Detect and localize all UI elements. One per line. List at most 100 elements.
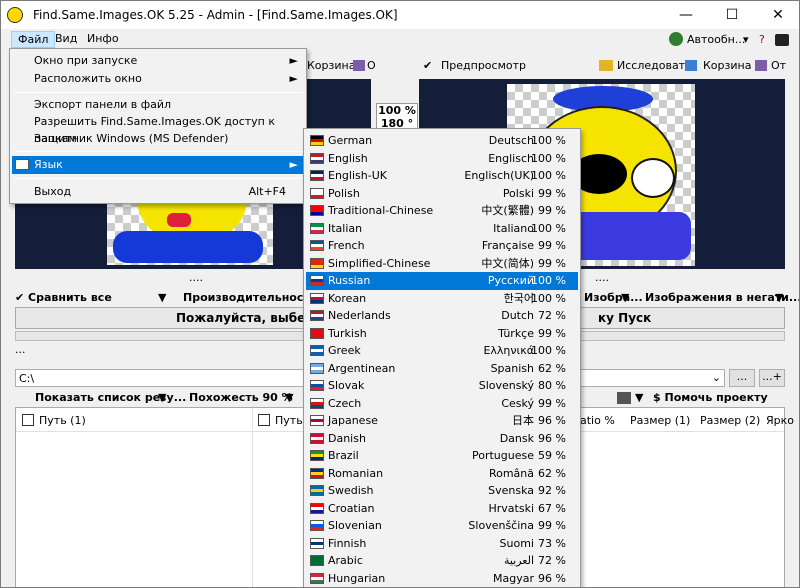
- flag-icon: [310, 222, 324, 234]
- language-item-czech[interactable]: Czech Ceský 99 %: [306, 395, 578, 413]
- language-item-polish[interactable]: Polish Polski 99 %: [306, 185, 578, 203]
- left-trash-button[interactable]: Корзина: [307, 59, 355, 72]
- right-ot-button[interactable]: От: [771, 59, 786, 72]
- translation-percent: 100 %: [531, 291, 566, 305]
- language-item-romanian[interactable]: Romanian Română 62 %: [306, 465, 578, 483]
- translation-percent: 72 %: [538, 554, 566, 567]
- chevron-down-icon[interactable]: ⌄: [712, 371, 721, 384]
- language-item-english-uk[interactable]: English-UK Englisch(UK) 100 %: [306, 167, 578, 185]
- language-item-german[interactable]: German Deutsch 100 %: [306, 132, 578, 150]
- compare-all-button[interactable]: ✔ Сравнить все: [15, 291, 112, 304]
- left-panel-splitter[interactable]: ....: [189, 271, 203, 284]
- language-item-slovenian[interactable]: Slovenian Slovenščina 99 %: [306, 517, 578, 535]
- language-item-korean[interactable]: Korean 한국어 100 %: [306, 290, 578, 308]
- language-item-hungarian[interactable]: Hungarian Magyar 96 %: [306, 570, 578, 588]
- language-native-name: Italiano: [493, 221, 534, 235]
- menu-item-arrange-window[interactable]: Расположить окно ►: [12, 70, 304, 88]
- language-item-traditional-chinese[interactable]: Traditional-Chinese 中文(繁體) 99 %: [306, 202, 578, 220]
- trash-icon: [685, 60, 697, 71]
- language-item-arabic[interactable]: Arabic العربية 72 %: [306, 552, 578, 570]
- translation-percent: 100 %: [531, 344, 566, 357]
- language-item-english[interactable]: English Englisch 100 %: [306, 150, 578, 168]
- chevron-down-icon[interactable]: ▼: [775, 291, 783, 304]
- right-panel-splitter[interactable]: ....: [595, 271, 609, 284]
- translation-percent: 72 %: [538, 309, 566, 322]
- donate-button[interactable]: $ Помочь проекту: [653, 391, 768, 404]
- language-item-french[interactable]: French Française 99 %: [306, 237, 578, 255]
- menu-item-startup-window[interactable]: Окно при запуске ►: [12, 52, 304, 70]
- language-item-simplified-chinese[interactable]: Simplified-Chinese 中文(简体) 99 %: [306, 255, 578, 273]
- add-folder-button[interactable]: ...+: [759, 369, 785, 387]
- translation-percent: 100 %: [531, 134, 566, 147]
- chevron-down-icon[interactable]: ▼: [635, 391, 643, 404]
- chevron-down-icon[interactable]: ▼: [285, 391, 293, 404]
- language-item-finnish[interactable]: Finnish Suomi 73 %: [306, 535, 578, 553]
- image-dropdown[interactable]: Изобра...: [584, 291, 643, 304]
- close-button[interactable]: ✕: [755, 1, 799, 29]
- menu-item-defender[interactable]: Защитник Windows (MS Defender): [12, 130, 304, 148]
- language-item-croatian[interactable]: Croatian Hrvatski 67 %: [306, 500, 578, 518]
- language-item-russian[interactable]: Russian Русский 100 %: [306, 272, 578, 290]
- language-item-greek[interactable]: Greek Ελληνικά 100 %: [306, 342, 578, 360]
- checkbox[interactable]: [22, 414, 34, 426]
- flag-icon: [310, 135, 324, 146]
- flag-icon: [310, 292, 324, 304]
- language-item-brazil[interactable]: Brazil Portuguese 59 %: [306, 447, 578, 465]
- language-name: Swedish: [328, 484, 374, 497]
- chevron-down-icon[interactable]: ▼: [158, 391, 166, 404]
- splitter-handle[interactable]: ...: [15, 343, 26, 356]
- language-item-japanese[interactable]: Japanese 日本 96 %: [306, 412, 578, 430]
- flag-icon: [310, 170, 324, 181]
- menu-item-export-panel[interactable]: Экспорт панели в файл: [12, 96, 304, 114]
- col-size2[interactable]: Размер (2): [700, 414, 760, 427]
- language-native-name: 한국어: [503, 291, 534, 305]
- language-name: Arabic: [328, 554, 363, 567]
- language-name: Simplified-Chinese: [328, 256, 431, 270]
- flag-icon: [310, 380, 324, 391]
- browse-button[interactable]: ...: [729, 369, 755, 387]
- exclude-icon[interactable]: [353, 60, 365, 71]
- language-item-swedish[interactable]: Swedish Svenska 92 %: [306, 482, 578, 500]
- col-size1[interactable]: Размер (1): [630, 414, 690, 427]
- menu-bar: Файл Вид Инфо Автообн... ▾ ?: [1, 29, 799, 49]
- right-trash-button[interactable]: Корзина: [703, 59, 751, 72]
- left-o-button[interactable]: О: [367, 59, 376, 72]
- path-value: C:\: [19, 372, 35, 385]
- flag-icon: [310, 397, 324, 409]
- preview-button[interactable]: Предпросмотр: [441, 59, 526, 72]
- minimize-button[interactable]: —: [663, 1, 709, 29]
- language-item-italian[interactable]: Italian Italiano 100 %: [306, 220, 578, 238]
- menu-item-exit[interactable]: Выход Alt+F4: [12, 183, 304, 201]
- flag-icon: [310, 415, 324, 426]
- chevron-down-icon[interactable]: ▼: [621, 291, 629, 304]
- autoupdate-label[interactable]: Автообн...: [687, 33, 745, 46]
- language-item-argentinean[interactable]: Argentinean Spanish 62 %: [306, 360, 578, 378]
- translation-percent: 99 %: [538, 326, 566, 340]
- language-item-slovak[interactable]: Slovak Slovenský 80 %: [306, 377, 578, 395]
- col-brightness[interactable]: Ярко: [766, 414, 794, 427]
- menu-info[interactable]: Инфо: [81, 31, 125, 48]
- chevron-right-icon: ►: [289, 72, 298, 85]
- chevron-down-icon[interactable]: ▼: [158, 291, 166, 304]
- flag-icon: [310, 362, 324, 374]
- language-flag-icon: [15, 159, 29, 170]
- help-icon[interactable]: ?: [759, 33, 765, 46]
- col-path1[interactable]: Путь (1): [22, 414, 86, 427]
- menu-view[interactable]: Вид: [49, 31, 83, 48]
- language-item-danish[interactable]: Danish Dansk 96 %: [306, 430, 578, 448]
- similarity-dropdown[interactable]: Похожесть 90 %: [189, 391, 293, 404]
- maximize-button[interactable]: ☐: [709, 1, 755, 29]
- left-image[interactable]: [107, 199, 273, 265]
- menu-item-allow-folder-access[interactable]: Разрешить Find.Same.Images.OK доступ к п…: [12, 113, 304, 145]
- language-native-name: Française: [481, 239, 534, 252]
- language-name: Slovenian: [328, 519, 382, 532]
- explore-button[interactable]: Исследовать: [617, 59, 692, 72]
- language-item-nederlands[interactable]: Nederlands Dutch 72 %: [306, 307, 578, 325]
- language-native-name: Spanish: [490, 361, 534, 375]
- menu-item-language[interactable]: Язык ►: [12, 156, 304, 174]
- col-ratio[interactable]: atio %: [580, 414, 615, 427]
- checkbox[interactable]: [258, 414, 270, 426]
- translation-percent: 96 %: [538, 571, 566, 585]
- chevron-down-icon[interactable]: ▾: [743, 33, 749, 46]
- language-item-turkish[interactable]: Turkish Türkçe 99 %: [306, 325, 578, 343]
